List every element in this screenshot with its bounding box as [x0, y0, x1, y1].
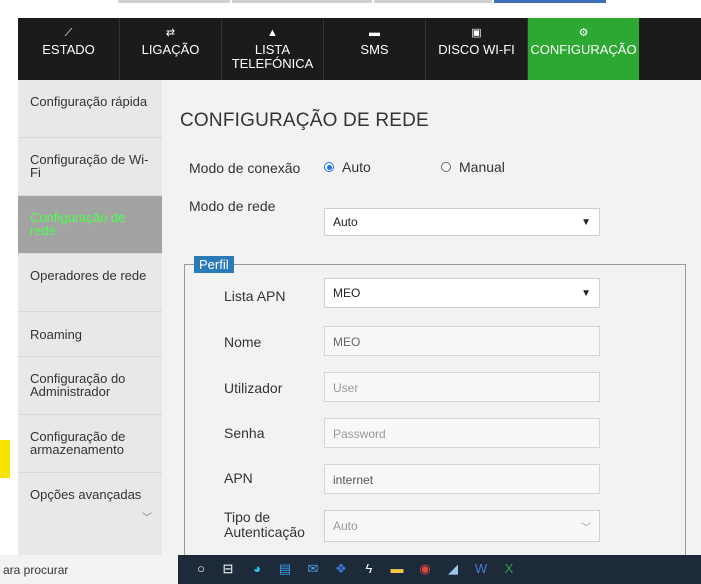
nav-configuracao[interactable]: ⚙ CONFIGURAÇÃO: [528, 18, 639, 80]
password-label: Senha: [224, 425, 265, 441]
name-label: Nome: [224, 334, 262, 350]
network-mode-value: Auto: [333, 215, 358, 229]
sidebar-item-advanced-options[interactable]: Opções avançadas ﹀: [18, 473, 162, 531]
store-icon[interactable]: ▤: [276, 560, 294, 578]
lightning-icon[interactable]: ϟ: [360, 560, 378, 578]
auth-type-label: Tipo de Autenticação: [224, 509, 305, 540]
radio-manual-label: Manual: [459, 159, 505, 175]
password-field[interactable]: Password: [324, 418, 600, 448]
nav-label: CONFIGURAÇÃO: [530, 42, 637, 57]
nav-disco-wifi[interactable]: ▣ DISCO WI-FI: [426, 18, 528, 80]
nav-label: ESTADO: [42, 42, 95, 57]
network-mode-label: Modo de rede: [189, 198, 276, 214]
chrome-icon[interactable]: ◉: [416, 560, 434, 578]
excel-icon[interactable]: X: [500, 560, 518, 578]
nav-label: SMS: [360, 42, 389, 57]
nav-sms[interactable]: ▬ SMS: [324, 18, 426, 80]
apn-list-label: Lista APN: [224, 288, 286, 304]
nav-label: LIGAÇÃO: [141, 42, 200, 57]
user-field[interactable]: User: [324, 372, 600, 402]
settings-icon: ⚙: [578, 27, 589, 39]
folder-icon[interactable]: ▬: [388, 560, 406, 578]
apn-label: APN: [224, 470, 253, 486]
sidebar-item-network-operators[interactable]: Operadores de rede: [18, 254, 162, 312]
tab-strip-segment-active: [494, 0, 606, 3]
apn-field[interactable]: internet: [324, 464, 600, 494]
desktop-yellow-mark: [0, 440, 10, 478]
sidebar-item-roaming[interactable]: Roaming: [18, 312, 162, 357]
tab-strip-segment: [118, 0, 230, 3]
sidebar-item-admin-setup[interactable]: Configuração do Administrador: [18, 357, 162, 415]
chevron-down-icon: ﹀: [142, 513, 152, 524]
chevron-down-icon: ▼: [581, 216, 591, 228]
apn-list-value: MEO: [333, 286, 361, 300]
nav-lista-telefonica[interactable]: ▲ LISTA TELEFÓNICA: [222, 18, 324, 80]
top-nav: ⟋ ESTADO ⇄ LIGAÇÃO ▲ LISTA TELEFÓNICA ▬ …: [18, 18, 701, 80]
chevron-down-icon: ﹀: [581, 522, 591, 534]
sidebar: Configuração rápida Configuração de Wi-F…: [18, 80, 162, 555]
nav-label: LISTA TELEFÓNICA: [231, 42, 314, 71]
dropbox-icon[interactable]: ❖: [332, 560, 350, 578]
page-title: CONFIGURAÇÃO DE REDE: [180, 110, 429, 131]
sidebar-item-storage-setup[interactable]: Configuração de armazenamento: [18, 415, 162, 473]
user-label: Utilizador: [224, 380, 283, 396]
task-view-icon[interactable]: ⊟: [219, 560, 237, 578]
name-field[interactable]: MEO: [324, 326, 600, 356]
radio-manual[interactable]: Manual: [441, 159, 505, 175]
browser-top-strip: [0, 0, 701, 18]
sidebar-item-wifi-setup[interactable]: Configuração de Wi-Fi: [18, 138, 162, 196]
windows-taskbar: ara procurar ○ ⊟ ◕ ▤ ✉ ❖ ϟ ▬ ◉ ◢ W X: [0, 555, 701, 584]
tab-strip-segment: [232, 0, 372, 3]
word-icon[interactable]: W: [472, 560, 490, 578]
message-icon: ▬: [369, 27, 380, 39]
nav-estado[interactable]: ⟋ ESTADO: [18, 18, 120, 80]
nav-ligacao[interactable]: ⇄ LIGAÇÃO: [120, 18, 222, 80]
sidebar-item-network-setup[interactable]: Configuração de rede: [18, 196, 162, 254]
auth-type-select[interactable]: Auto ﹀: [324, 510, 600, 542]
edge-icon[interactable]: ◕: [248, 560, 266, 578]
auth-type-value: Auto: [333, 519, 358, 533]
swap-icon: ⇄: [165, 27, 176, 39]
mail-icon[interactable]: ✉: [304, 560, 322, 578]
profile-legend: Perfil: [194, 256, 234, 273]
sidebar-item-quick-setup[interactable]: Configuração rápida: [18, 80, 162, 138]
radio-unselected-icon: [441, 162, 451, 172]
radio-selected-icon: [324, 162, 334, 172]
main-content: CONFIGURAÇÃO DE REDE Modo de conexão Aut…: [162, 80, 701, 555]
radio-auto-label: Auto: [342, 159, 371, 175]
nav-label: DISCO WI-FI: [438, 42, 515, 57]
tab-strip-segment: [374, 0, 492, 3]
chart-icon: ⟋: [64, 27, 73, 39]
sidebar-item-label: Opções avançadas: [30, 487, 142, 502]
cortana-icon[interactable]: ○: [192, 560, 210, 578]
contacts-icon: ▲: [267, 27, 278, 39]
router-admin-app: ⟋ ESTADO ⇄ LIGAÇÃO ▲ LISTA TELEFÓNICA ▬ …: [18, 18, 701, 555]
radio-auto[interactable]: Auto: [324, 159, 371, 175]
app-icon[interactable]: ◢: [444, 560, 462, 578]
chevron-down-icon: ▼: [581, 287, 591, 299]
disk-icon: ▣: [471, 27, 482, 39]
network-mode-select[interactable]: Auto ▼: [324, 208, 600, 236]
connection-mode-label: Modo de conexão: [189, 160, 301, 176]
taskbar-search[interactable]: ara procurar: [0, 555, 178, 584]
apn-list-select[interactable]: MEO ▼: [324, 278, 600, 308]
